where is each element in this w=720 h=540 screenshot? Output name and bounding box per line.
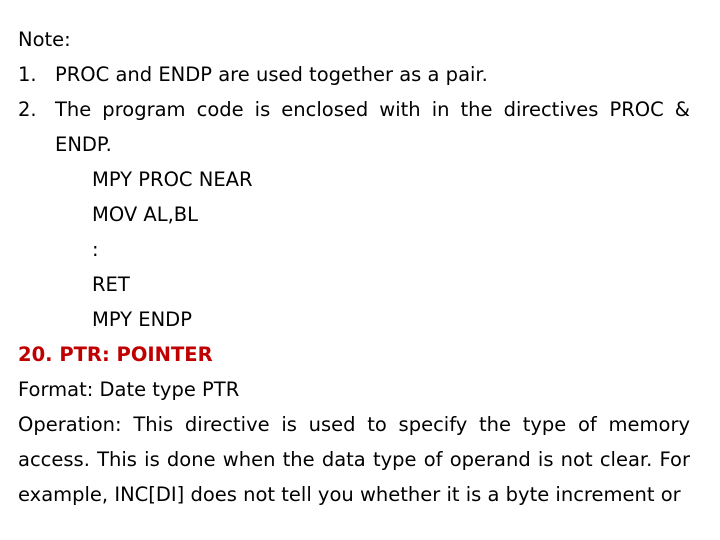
format-line: Format: Date type PTR bbox=[18, 378, 240, 401]
operation-paragraph: Operation: This directive is used to spe… bbox=[18, 413, 690, 506]
code-block: MPY PROC NEAR MOV AL,BL : RET MPY ENDP bbox=[18, 162, 690, 337]
list-item-marker: 2. bbox=[18, 98, 37, 121]
code-line: MPY PROC NEAR bbox=[92, 168, 253, 191]
code-line: : bbox=[92, 238, 99, 261]
list-item: 2. The program code is enclosed with in … bbox=[18, 92, 690, 162]
list-item-marker: 1. bbox=[18, 63, 37, 86]
code-line: MOV AL,BL bbox=[92, 203, 199, 226]
slide-canvas: Note: 1. PROC and ENDP are used together… bbox=[0, 0, 720, 540]
code-line: MPY ENDP bbox=[92, 308, 192, 331]
list-item-text: PROC and ENDP are used together as a pai… bbox=[55, 63, 488, 86]
list-item: 1. PROC and ENDP are used together as a … bbox=[18, 57, 690, 92]
numbered-list: 1. PROC and ENDP are used together as a … bbox=[18, 57, 690, 162]
note-heading: Note: bbox=[18, 28, 71, 51]
section-heading: 20. PTR: POINTER bbox=[18, 343, 213, 366]
list-item-text: The program code is enclosed with in the… bbox=[55, 98, 690, 156]
code-line: RET bbox=[92, 273, 130, 296]
